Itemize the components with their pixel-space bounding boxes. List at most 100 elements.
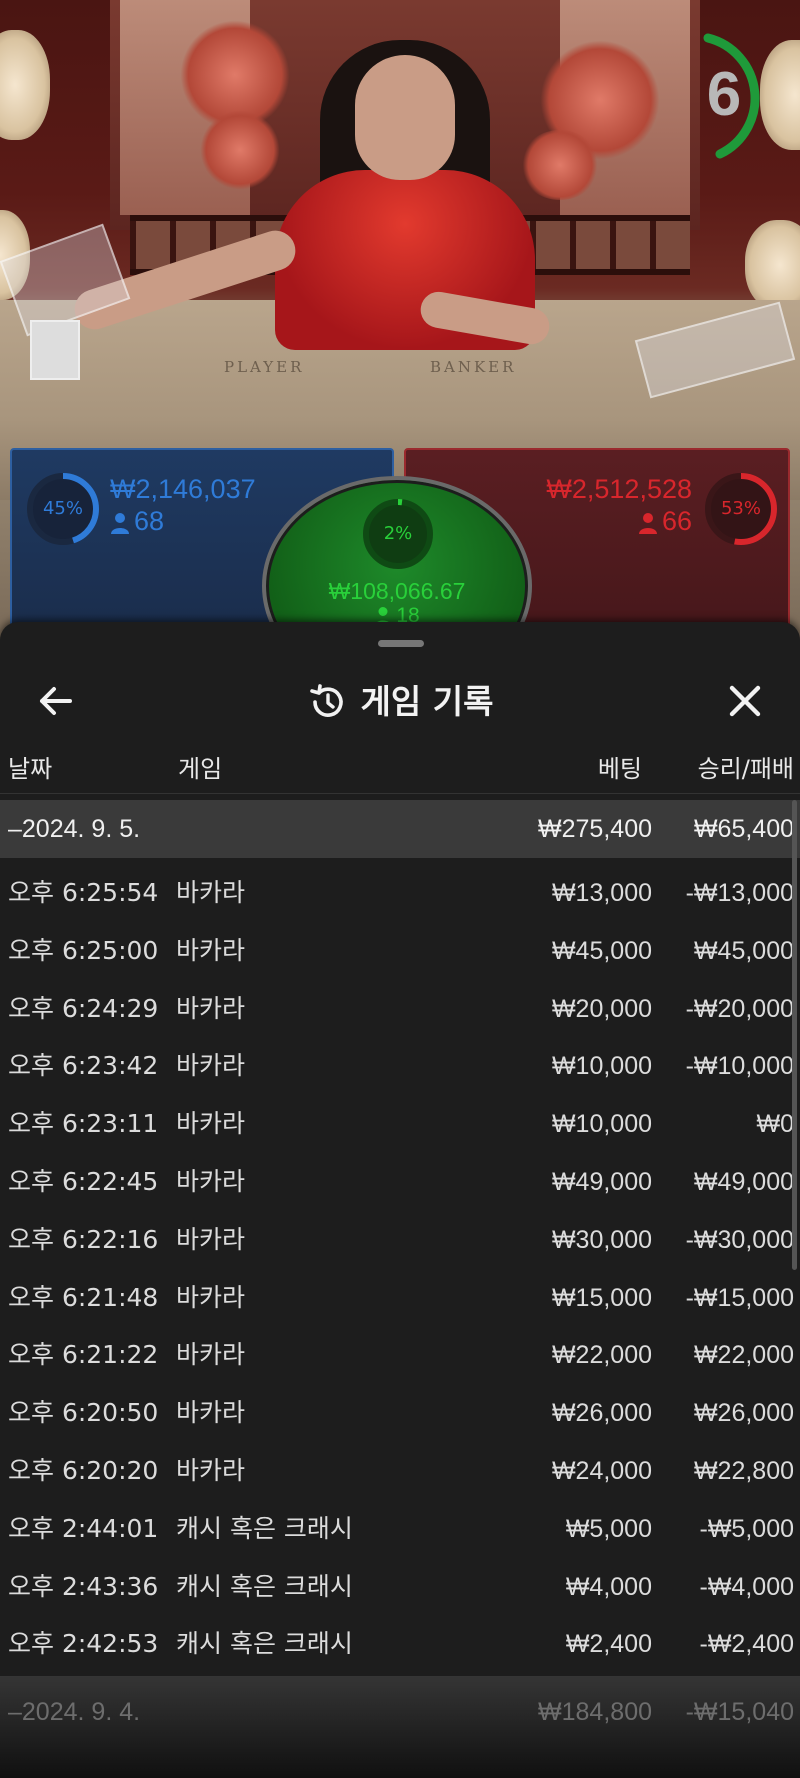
day-win-loss-total: -₩15,040 — [685, 1698, 794, 1726]
row-win-loss: -₩5,000 — [699, 1514, 794, 1543]
history-row[interactable]: 오후 6:21:48 바카라 ₩15,000 -₩15,000 — [0, 1269, 800, 1327]
row-game: 캐시 혹은 크래시 — [176, 1629, 353, 1659]
row-game: 바카라 — [176, 1282, 246, 1312]
history-row[interactable]: 오후 6:20:20 바카라 ₩24,000 ₩22,800 — [0, 1442, 800, 1500]
history-row[interactable]: 오후 6:23:11 바카라 ₩10,000 ₩0 — [0, 1095, 800, 1153]
day-bet-total: ₩184,800 — [538, 1698, 652, 1726]
history-row[interactable]: 오후 2:44:01 캐시 혹은 크래시 ₩5,000 -₩5,000 — [0, 1500, 800, 1558]
row-time: 오후 6:24:29 — [8, 993, 159, 1023]
row-win-loss: -₩4,000 — [699, 1572, 794, 1601]
row-time: 오후 6:20:20 — [8, 1455, 159, 1485]
row-win-loss: ₩26,000 — [693, 1399, 794, 1428]
row-game: 바카라 — [176, 1455, 246, 1485]
day-group-header[interactable]: –2024. 9. 5. ₩275,400 ₩65,400 — [0, 800, 800, 858]
game-history-sheet: 게임 기록 날짜 게임 베팅 승리/패배 –2024. 9. 5. ₩275,4… — [0, 622, 800, 1778]
column-win-loss: 승리/패배 — [697, 755, 794, 783]
person-icon — [111, 512, 129, 534]
row-game: 바카라 — [176, 1051, 246, 1081]
close-icon — [729, 685, 761, 717]
row-bet: ₩26,000 — [551, 1399, 652, 1428]
history-row[interactable]: 오후 6:21:22 바카라 ₩22,000 ₩22,000 — [0, 1326, 800, 1384]
player-percent-ring: 45% — [24, 470, 102, 548]
day-date: –2024. 9. 4. — [8, 1698, 141, 1726]
row-win-loss: -₩13,000 — [685, 879, 794, 907]
row-bet: ₩2,400 — [565, 1630, 652, 1659]
day-date: –2024. 9. 5. — [8, 815, 141, 843]
row-bet: ₩5,000 — [565, 1514, 652, 1543]
history-row[interactable]: 오후 2:42:53 캐시 혹은 크래시 ₩2,400 -₩2,400 — [0, 1615, 800, 1673]
day-win-loss-total: ₩65,400 — [693, 815, 794, 843]
table-label-player: PLAYER — [224, 358, 305, 376]
column-bet: 베팅 — [597, 755, 642, 783]
row-time: 오후 2:43:36 — [8, 1571, 159, 1601]
arrow-left-icon — [40, 687, 72, 715]
row-game: 바카라 — [176, 1340, 246, 1370]
sheet-title: 게임 기록 — [0, 658, 800, 744]
tie-percent-ring: 2% — [360, 496, 436, 572]
blossom-decoration — [520, 130, 600, 200]
history-icon — [309, 683, 343, 717]
row-win-loss: -₩30,000 — [685, 1225, 794, 1254]
player-bettor-count-value: 68 — [134, 506, 165, 536]
row-bet: ₩10,000 — [551, 1110, 652, 1139]
banker-bettor-count: 66 — [638, 506, 692, 537]
row-time: 오후 6:22:45 — [8, 1166, 159, 1196]
row-win-loss: ₩0 — [756, 1110, 795, 1139]
close-button[interactable] — [718, 674, 772, 728]
lantern — [0, 30, 50, 140]
row-time: 오후 6:23:42 — [8, 1051, 159, 1081]
row-time: 오후 6:20:50 — [8, 1398, 159, 1428]
tie-percent: 2% — [383, 523, 413, 544]
sheet-title-text: 게임 기록 — [360, 681, 494, 721]
row-win-loss: ₩49,000 — [693, 1167, 794, 1196]
history-row[interactable]: 오후 6:25:00 바카라 ₩45,000 ₩45,000 — [0, 922, 800, 980]
row-game: 캐시 혹은 크래시 — [176, 1571, 353, 1601]
row-win-loss: -₩10,000 — [685, 1052, 794, 1081]
day-group-header-faded[interactable]: –2024. 9. 4. ₩184,800 -₩15,040 — [0, 1676, 800, 1778]
person-icon — [638, 512, 657, 534]
history-row[interactable]: 오후 6:22:16 바카라 ₩30,000 -₩30,000 — [0, 1211, 800, 1269]
card-deck — [30, 320, 80, 380]
row-bet: ₩10,000 — [551, 1052, 652, 1081]
day-bet-total: ₩275,400 — [538, 815, 652, 843]
countdown-timer: 6 — [676, 30, 772, 160]
row-game: 바카라 — [176, 1224, 246, 1254]
column-date: 날짜 — [8, 755, 53, 783]
row-time: 오후 6:25:00 — [8, 935, 159, 965]
history-row[interactable]: 오후 6:20:50 바카라 ₩26,000 ₩26,000 — [0, 1384, 800, 1442]
row-win-loss: ₩45,000 — [693, 936, 794, 965]
row-time: 오후 6:21:22 — [8, 1340, 159, 1370]
sheet-header: 게임 기록 — [0, 658, 800, 744]
row-time: 오후 6:22:16 — [8, 1224, 159, 1254]
history-list[interactable]: –2024. 9. 5. ₩275,400 ₩65,400 오후 6:25:54… — [0, 800, 800, 1673]
history-row[interactable]: 오후 2:43:36 캐시 혹은 크래시 ₩4,000 -₩4,000 — [0, 1558, 800, 1616]
row-win-loss: ₩22,000 — [693, 1341, 794, 1370]
history-row[interactable]: 오후 6:22:45 바카라 ₩49,000 ₩49,000 — [0, 1153, 800, 1211]
row-time: 오후 2:42:53 — [8, 1629, 159, 1659]
row-win-loss: -₩2,400 — [699, 1630, 794, 1659]
history-row[interactable]: 오후 6:25:54 바카라 ₩13,000 -₩13,000 — [0, 864, 800, 922]
row-time: 오후 6:23:11 — [8, 1109, 159, 1139]
row-time: 오후 2:44:01 — [8, 1513, 159, 1543]
sheet-drag-handle[interactable] — [378, 640, 424, 647]
row-bet: ₩4,000 — [565, 1572, 652, 1601]
row-game: 바카라 — [176, 878, 246, 907]
tie-bet-amount: ₩108,066.67 — [328, 578, 466, 604]
back-button[interactable] — [30, 674, 84, 728]
row-win-loss: ₩22,800 — [693, 1456, 794, 1485]
lantern — [745, 220, 800, 310]
history-row[interactable]: 오후 6:23:42 바카라 ₩10,000 -₩10,000 — [0, 1037, 800, 1095]
column-game: 게임 — [178, 755, 223, 783]
banker-bet-amount: ₩2,512,528 — [546, 474, 692, 504]
history-row[interactable]: 오후 6:24:29 바카라 ₩20,000 -₩20,000 — [0, 980, 800, 1038]
row-bet: ₩49,000 — [551, 1167, 652, 1196]
row-win-loss: -₩15,000 — [685, 1283, 794, 1312]
column-headers: 날짜 게임 베팅 승리/패배 — [0, 744, 800, 794]
scrollbar[interactable] — [792, 800, 797, 1270]
row-time: 오후 6:21:48 — [8, 1282, 159, 1312]
row-bet: ₩22,000 — [551, 1341, 652, 1370]
row-bet: ₩45,000 — [551, 936, 652, 965]
row-game: 바카라 — [176, 993, 246, 1023]
dealer-face — [355, 55, 455, 180]
row-bet: ₩24,000 — [551, 1456, 652, 1485]
